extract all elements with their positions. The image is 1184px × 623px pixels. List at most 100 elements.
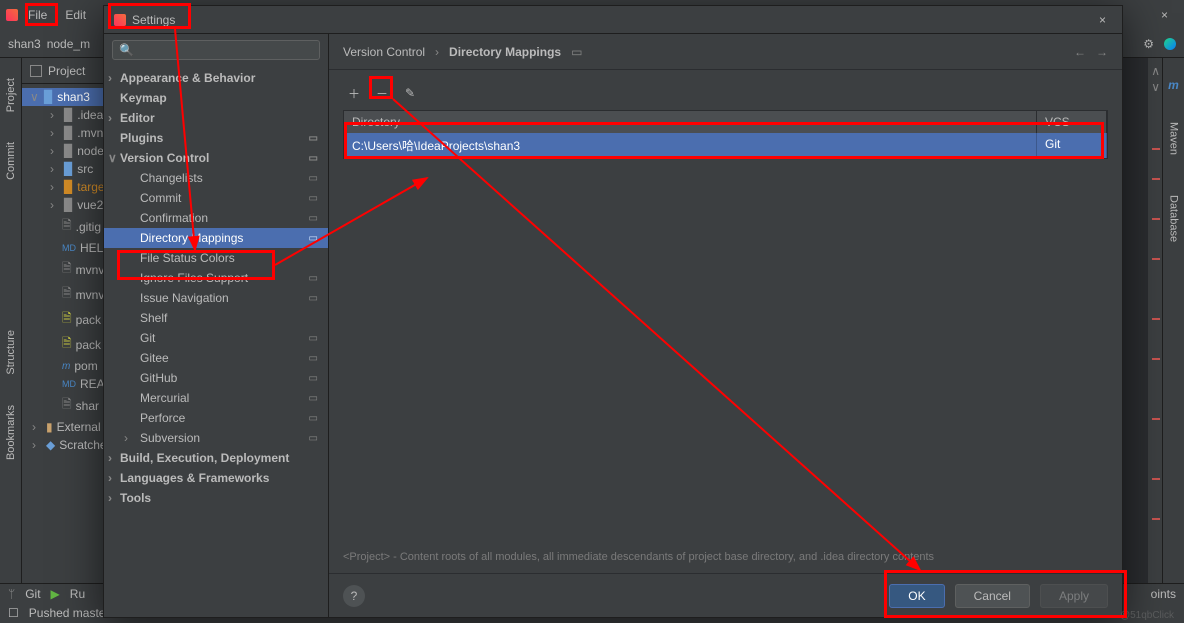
status-message: ☐ <box>8 606 19 620</box>
nav-label: Build, Execution, Deployment <box>120 451 289 465</box>
nav-label: Directory Mappings <box>140 231 243 245</box>
maven-icon[interactable]: m <box>1168 78 1179 92</box>
tree-label: pom <box>74 359 97 373</box>
tree-label: .idea <box>77 108 103 122</box>
project-badge-icon: ▭ <box>571 45 582 59</box>
nav-mercurial[interactable]: Mercurial▭ <box>104 388 328 408</box>
gear-icon[interactable] <box>1143 37 1154 51</box>
tree-label: mvnv <box>76 288 105 302</box>
nav-appearance[interactable]: ›Appearance & Behavior <box>104 68 328 88</box>
nav-back-icon[interactable]: ← <box>1074 45 1086 59</box>
nav-label: Plugins <box>120 131 163 145</box>
nav-label: Tools <box>120 491 151 505</box>
nav-file-status-colors[interactable]: File Status Colors <box>104 248 328 268</box>
settings-nav: 🔍 ›Appearance & Behavior Keymap ›Editor … <box>104 34 329 617</box>
nav-github[interactable]: GitHub▭ <box>104 368 328 388</box>
add-mapping-button[interactable]: ＋ <box>343 82 365 104</box>
library-icon: ▮ <box>46 420 53 434</box>
strip-structure[interactable]: Structure <box>5 330 17 375</box>
menu-file[interactable]: File <box>20 4 55 26</box>
status-git[interactable]: Git <box>25 587 40 601</box>
status-pushed: Pushed master <box>29 606 110 620</box>
nav-tools[interactable]: ›Tools <box>104 488 328 508</box>
tree-label: src <box>77 162 93 176</box>
file-icon: 🗎 <box>62 259 72 280</box>
settings-breadcrumb: Version Control › Directory Mappings ▭ ←… <box>329 34 1122 70</box>
close-icon[interactable]: × <box>1151 4 1178 26</box>
project-header-label: Project <box>48 64 85 78</box>
strip-database[interactable]: Database <box>1168 195 1180 242</box>
breadcrumb-sub[interactable]: node_m <box>47 37 90 51</box>
project-badge-icon: ▭ <box>309 293 318 304</box>
col-vcs-header[interactable]: VCS <box>1037 111 1107 133</box>
codewithme-icon[interactable] <box>1164 38 1176 50</box>
edit-mapping-button[interactable]: ✎ <box>399 82 421 104</box>
settings-search[interactable]: 🔍 <box>112 40 320 60</box>
cancel-button[interactable]: Cancel <box>955 584 1030 608</box>
nav-gitee[interactable]: Gitee▭ <box>104 348 328 368</box>
nav-label: Version Control <box>120 151 209 165</box>
folder-icon: ▉ <box>64 198 73 212</box>
project-badge-icon: ▭ <box>309 213 318 224</box>
nav-fwd-icon[interactable]: → <box>1096 45 1108 59</box>
apply-button[interactable]: Apply <box>1040 584 1108 608</box>
mapping-table-header: Directory VCS <box>344 111 1107 133</box>
nav-directory-mappings[interactable]: Directory Mappings▭ <box>104 228 328 248</box>
nav-label: File Status Colors <box>140 251 235 265</box>
nav-shelf[interactable]: Shelf <box>104 308 328 328</box>
nav-confirmation[interactable]: Confirmation▭ <box>104 208 328 228</box>
chevron-right-icon: › <box>50 198 60 212</box>
remove-mapping-button[interactable]: － <box>371 82 393 104</box>
strip-bookmarks[interactable]: Bookmarks <box>5 405 17 460</box>
nav-languages[interactable]: ›Languages & Frameworks <box>104 468 328 488</box>
nav-issue-navigation[interactable]: Issue Navigation▭ <box>104 288 328 308</box>
search-input[interactable] <box>134 43 313 57</box>
chevron-right-icon: › <box>50 126 60 140</box>
nav-build[interactable]: ›Build, Execution, Deployment <box>104 448 328 468</box>
settings-content: Version Control › Directory Mappings ▭ ←… <box>329 34 1122 617</box>
nav-label: Editor <box>120 111 155 125</box>
nav-label: Mercurial <box>140 391 189 405</box>
strip-commit[interactable]: Commit <box>5 142 17 180</box>
nav-list: ›Appearance & Behavior Keymap ›Editor Pl… <box>104 66 328 510</box>
editor-gutter-right: ∧ ∨ <box>1148 58 1162 583</box>
nav-ignore-files[interactable]: Ignore Files Support▭ <box>104 268 328 288</box>
chevron-down-icon: ∨ <box>30 90 40 104</box>
breadcrumb-project[interactable]: shan3 <box>8 37 41 51</box>
settings-search-wrap: 🔍 <box>104 34 328 66</box>
help-button[interactable]: ? <box>343 585 365 607</box>
ok-button[interactable]: OK <box>889 584 944 608</box>
close-icon[interactable]: × <box>1093 11 1112 29</box>
nav-git[interactable]: Git▭ <box>104 328 328 348</box>
nav-plugins[interactable]: Plugins▭ <box>104 128 328 148</box>
nav-changelists[interactable]: Changelists▭ <box>104 168 328 188</box>
nav-perforce[interactable]: Perforce▭ <box>104 408 328 428</box>
nav-editor[interactable]: ›Editor <box>104 108 328 128</box>
branch-icon[interactable]: ᛘ <box>8 587 15 601</box>
strip-maven[interactable]: Maven <box>1168 122 1180 155</box>
strip-project[interactable]: Project <box>5 78 17 112</box>
nav-subversion[interactable]: ›Subversion▭ <box>104 428 328 448</box>
col-directory-header[interactable]: Directory <box>344 111 1037 133</box>
nav-version-control[interactable]: ∨Version Control▭ <box>104 148 328 168</box>
tree-label: vue2 <box>77 198 103 212</box>
mapping-row[interactable]: C:\Users\哈\IdeaProjects\shan3 Git <box>344 133 1107 158</box>
chevron-right-icon: › <box>32 420 42 434</box>
breadcrumb-vc[interactable]: Version Control <box>343 45 425 59</box>
chevron-right-icon: › <box>124 431 136 445</box>
nav-keymap[interactable]: Keymap <box>104 88 328 108</box>
nav-label: Appearance & Behavior <box>120 71 255 85</box>
tree-label: pack <box>76 338 101 352</box>
nav-commit[interactable]: Commit▭ <box>104 188 328 208</box>
file-icon: 🗎 <box>62 284 72 305</box>
project-badge-icon: ▭ <box>309 373 318 384</box>
nav-label: Commit <box>140 191 181 205</box>
chevron-right-icon: › <box>50 162 60 176</box>
project-badge-icon: ▭ <box>309 433 318 444</box>
project-badge-icon: ▭ <box>309 333 318 344</box>
status-run[interactable]: Ru <box>70 587 85 601</box>
mapping-table: Directory VCS C:\Users\哈\IdeaProjects\sh… <box>343 110 1108 159</box>
play-icon[interactable] <box>51 587 60 601</box>
nav-label: Ignore Files Support <box>140 271 248 285</box>
menu-edit[interactable]: Edit <box>57 4 94 26</box>
